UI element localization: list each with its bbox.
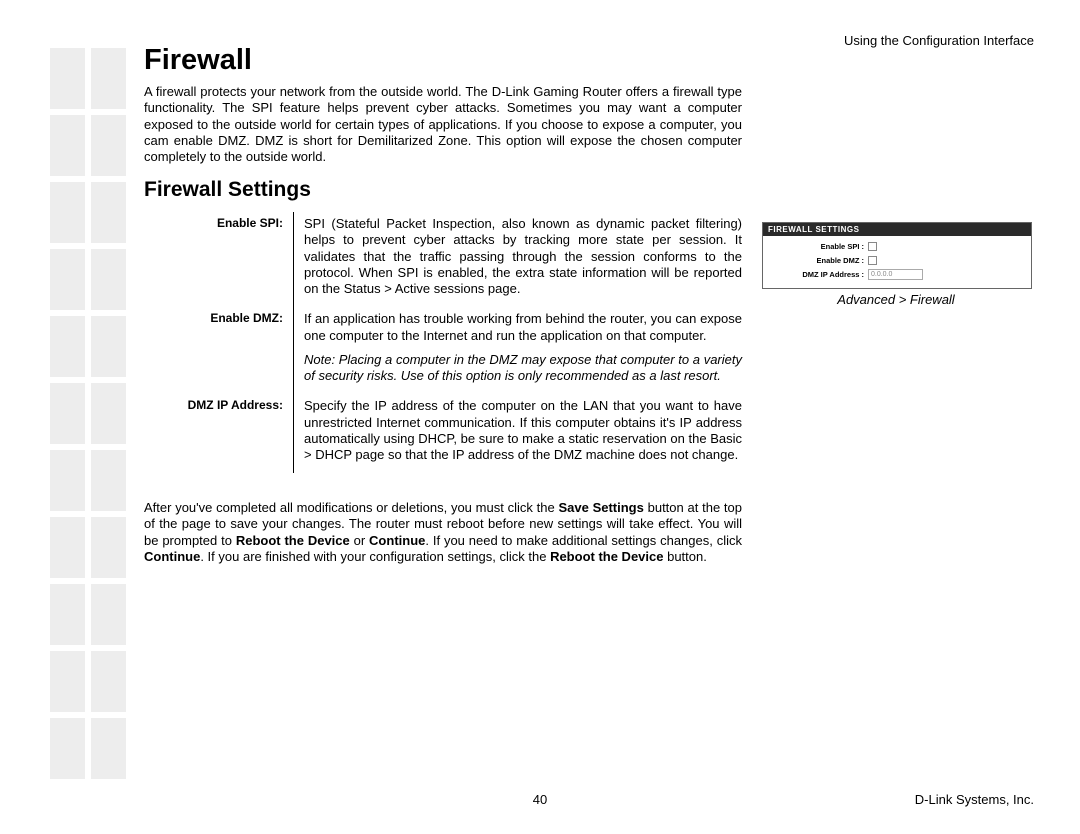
desc-enable-dmz-text: If an application has trouble working fr…: [304, 311, 742, 342]
panel-label-spi: Enable SPI :: [769, 242, 868, 251]
screenshot-caption: Advanced > Firewall: [762, 292, 1030, 307]
side-decoration: [50, 48, 127, 785]
outro-bold-continue2: Continue: [144, 549, 200, 564]
header-section-path: Using the Configuration Interface: [844, 33, 1034, 48]
intro-paragraph: A firewall protects your network from th…: [144, 84, 742, 165]
outro-bold-continue: Continue: [369, 533, 425, 548]
label-enable-spi: Enable SPI:: [144, 212, 293, 307]
outro-text: or: [350, 533, 369, 548]
outro-text: . If you need to make additional setting…: [425, 533, 742, 548]
outro-text: . If you are finished with your configur…: [200, 549, 550, 564]
page-title: Firewall: [144, 44, 252, 77]
desc-enable-spi: SPI (Stateful Packet Inspection, also kn…: [293, 212, 742, 307]
manual-page: Using the Configuration Interface Firewa…: [0, 0, 1080, 834]
label-enable-dmz: Enable DMZ:: [144, 307, 293, 394]
outro-bold-reboot2: Reboot the Device: [550, 549, 663, 564]
outro-paragraph: After you've completed all modifications…: [144, 500, 742, 565]
checkbox-enable-spi[interactable]: [868, 242, 877, 251]
desc-dmz-ip: Specify the IP address of the computer o…: [293, 394, 742, 473]
outro-text: button.: [663, 549, 706, 564]
outro-text: After you've completed all modifications…: [144, 500, 558, 515]
panel-title: FIREWALL SETTINGS: [763, 223, 1031, 236]
dmz-note: Note: Placing a computer in the DMZ may …: [304, 352, 742, 383]
label-dmz-ip: DMZ IP Address:: [144, 394, 293, 473]
panel-body: Enable SPI : Enable DMZ : DMZ IP Address…: [763, 236, 1031, 288]
section-title: Firewall Settings: [144, 178, 311, 202]
settings-definitions: Enable SPI: SPI (Stateful Packet Inspect…: [144, 212, 742, 473]
desc-enable-dmz: If an application has trouble working fr…: [293, 307, 742, 394]
checkbox-enable-dmz[interactable]: [868, 256, 877, 265]
firewall-settings-screenshot: FIREWALL SETTINGS Enable SPI : Enable DM…: [762, 222, 1032, 289]
footer-company: D-Link Systems, Inc.: [915, 792, 1034, 807]
input-dmz-ip[interactable]: 0.0.0.0: [868, 269, 923, 280]
outro-bold-save-settings: Save Settings: [558, 500, 643, 515]
panel-label-ip: DMZ IP Address :: [769, 270, 868, 279]
outro-bold-reboot: Reboot the Device: [236, 533, 350, 548]
panel-label-dmz: Enable DMZ :: [769, 256, 868, 265]
